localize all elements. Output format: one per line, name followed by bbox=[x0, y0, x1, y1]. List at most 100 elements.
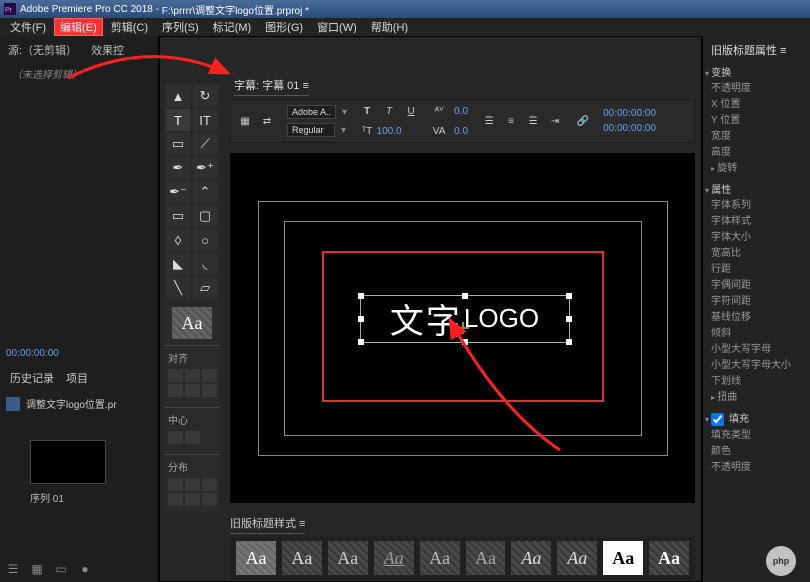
align-hcenter[interactable] bbox=[185, 369, 200, 382]
menu-file[interactable]: 文件(F) bbox=[4, 18, 52, 36]
pen-tool[interactable]: ✒ bbox=[166, 157, 190, 179]
tab-stops-icon[interactable]: ⇥ bbox=[547, 113, 563, 129]
prop-font-size[interactable]: 字体大小 bbox=[711, 230, 802, 246]
section-transform[interactable]: 变换 bbox=[705, 64, 802, 79]
menu-marker[interactable]: 标记(M) bbox=[207, 18, 258, 36]
handle-tl[interactable] bbox=[358, 293, 364, 299]
style-swatch-2[interactable]: Aa bbox=[282, 541, 322, 575]
arc-tool[interactable]: ◟ bbox=[193, 253, 217, 275]
show-video-icon[interactable]: 🔗 bbox=[575, 113, 591, 129]
rectangle-tool[interactable]: ▭ bbox=[166, 205, 190, 227]
tab-source[interactable]: 源:（无剪辑） bbox=[8, 42, 77, 58]
prop-font-family[interactable]: 字体系列 bbox=[711, 198, 802, 214]
underline-icon[interactable]: U bbox=[403, 103, 419, 119]
prop-opacity[interactable]: 不透明度 bbox=[711, 81, 802, 97]
handle-br[interactable] bbox=[566, 339, 572, 345]
section-properties[interactable]: 属性 bbox=[705, 181, 802, 196]
canvas-area[interactable]: 文字 LOGO bbox=[230, 153, 695, 503]
wedge-tool[interactable]: ◣ bbox=[166, 253, 190, 275]
dist-3[interactable] bbox=[202, 478, 217, 491]
titler-tab[interactable]: 字幕: 字幕 01 ≡ bbox=[234, 77, 309, 96]
prop-ypos[interactable]: Y 位置 bbox=[711, 113, 802, 129]
text-bounding-box[interactable]: 文字 LOGO bbox=[360, 295, 570, 343]
convert-anchor-tool[interactable]: ⌃ bbox=[193, 181, 217, 203]
project-item[interactable]: 调整文字logo位置.pr bbox=[0, 396, 158, 411]
prop-height[interactable]: 高度 bbox=[711, 145, 802, 161]
style-swatch-8[interactable]: Aa bbox=[557, 541, 597, 575]
align-top[interactable] bbox=[168, 384, 183, 397]
handle-mr[interactable] bbox=[566, 316, 572, 322]
menu-help[interactable]: 帮助(H) bbox=[365, 18, 414, 36]
vertical-type-tool[interactable]: IT bbox=[193, 109, 217, 131]
handle-bl[interactable] bbox=[358, 339, 364, 345]
current-style-swatch[interactable]: Aa bbox=[172, 307, 212, 339]
prop-underline[interactable]: 下划线 bbox=[711, 374, 802, 390]
prop-fill-type[interactable]: 填充类型 bbox=[711, 428, 802, 444]
selection-tool[interactable]: ▲ bbox=[166, 85, 190, 107]
handle-ml[interactable] bbox=[358, 316, 364, 322]
prop-aspect[interactable]: 宽高比 bbox=[711, 246, 802, 262]
prop-fill-opacity[interactable]: 不透明度 bbox=[711, 460, 802, 476]
prop-leading[interactable]: 行距 bbox=[711, 262, 802, 278]
style-swatch-5[interactable]: Aa bbox=[420, 541, 460, 575]
menu-clip[interactable]: 剪辑(C) bbox=[105, 18, 154, 36]
prop-color[interactable]: 颜色 bbox=[711, 444, 802, 460]
style-swatch-6[interactable]: Aa bbox=[466, 541, 506, 575]
tab-project[interactable]: 项目 bbox=[66, 370, 88, 386]
rounded-corner-tool[interactable]: ▱ bbox=[193, 277, 217, 299]
bold-icon[interactable]: T bbox=[359, 103, 375, 119]
handle-bm[interactable] bbox=[462, 339, 468, 345]
prop-slant[interactable]: 倾斜 bbox=[711, 326, 802, 342]
prop-kerning[interactable]: 字偶间距 bbox=[711, 278, 802, 294]
line-tool[interactable]: ╲ bbox=[166, 277, 190, 299]
add-anchor-tool[interactable]: ✒⁺ bbox=[193, 157, 217, 179]
timecode[interactable]: 00:00:00:00 bbox=[6, 348, 59, 359]
font-size-value[interactable]: 100.0 bbox=[381, 123, 397, 139]
prop-xpos[interactable]: X 位置 bbox=[711, 97, 802, 113]
menu-edit[interactable]: 编辑(E) bbox=[54, 18, 103, 36]
styles-label[interactable]: 旧版标题样式 ≡ bbox=[230, 515, 305, 534]
center-v[interactable] bbox=[185, 431, 200, 444]
tab-history[interactable]: 历史记录 bbox=[10, 370, 54, 386]
align-left[interactable] bbox=[168, 369, 183, 382]
prop-distort[interactable]: 扭曲 bbox=[711, 390, 802, 406]
templates-icon[interactable]: ▦ bbox=[237, 113, 253, 129]
dist-1[interactable] bbox=[168, 478, 183, 491]
tc1[interactable]: 00:00:00:00 bbox=[603, 108, 656, 119]
handle-tr[interactable] bbox=[566, 293, 572, 299]
menu-window[interactable]: 窗口(W) bbox=[311, 18, 363, 36]
prop-smallcaps[interactable]: 小型大写字母 bbox=[711, 342, 802, 358]
prop-font-style[interactable]: 字体样式 bbox=[711, 214, 802, 230]
menu-graphics[interactable]: 图形(G) bbox=[259, 18, 309, 36]
rotate-tool[interactable]: ↻ bbox=[193, 85, 217, 107]
rounded-rect-tool[interactable]: ▢ bbox=[193, 205, 217, 227]
dist-2[interactable] bbox=[185, 478, 200, 491]
style-swatch-4[interactable]: Aa bbox=[374, 541, 414, 575]
tab-effect-controls[interactable]: 效果控 bbox=[91, 42, 124, 58]
title-canvas[interactable]: 文字 LOGO bbox=[248, 191, 678, 466]
ellipse-tool[interactable]: ○ bbox=[193, 229, 217, 251]
dist-5[interactable] bbox=[185, 493, 200, 506]
dist-4[interactable] bbox=[168, 493, 183, 506]
font-style-field[interactable]: Regular bbox=[287, 123, 335, 137]
center-h[interactable] bbox=[168, 431, 183, 444]
handle-tm[interactable] bbox=[462, 293, 468, 299]
prop-baseline[interactable]: 基线位移 bbox=[711, 310, 802, 326]
menu-sequence[interactable]: 序列(S) bbox=[156, 18, 205, 36]
icon-view-icon[interactable]: ▦ bbox=[30, 562, 44, 576]
style-swatch-10[interactable]: Aa bbox=[649, 541, 689, 575]
section-fill[interactable]: 填充 bbox=[705, 410, 802, 426]
prop-rotation[interactable]: 旋转 bbox=[711, 161, 802, 177]
roll-crawl-icon[interactable]: ⇄ bbox=[259, 113, 275, 129]
italic-icon[interactable]: T bbox=[381, 103, 397, 119]
delete-anchor-tool[interactable]: ✒⁻ bbox=[166, 181, 190, 203]
clipped-rect-tool[interactable]: ◊ bbox=[166, 229, 190, 251]
area-type-tool[interactable]: ▭ bbox=[166, 133, 190, 155]
freeform-view-icon[interactable]: ▭ bbox=[54, 562, 68, 576]
zoom-slider-icon[interactable]: ● bbox=[78, 562, 92, 576]
prop-smallcaps-size[interactable]: 小型大写字母大小 bbox=[711, 358, 802, 374]
path-type-tool[interactable]: ⟋ bbox=[193, 133, 217, 155]
fill-checkbox[interactable] bbox=[711, 413, 724, 426]
align-left-icon[interactable]: ☰ bbox=[481, 113, 497, 129]
align-right[interactable] bbox=[202, 369, 217, 382]
